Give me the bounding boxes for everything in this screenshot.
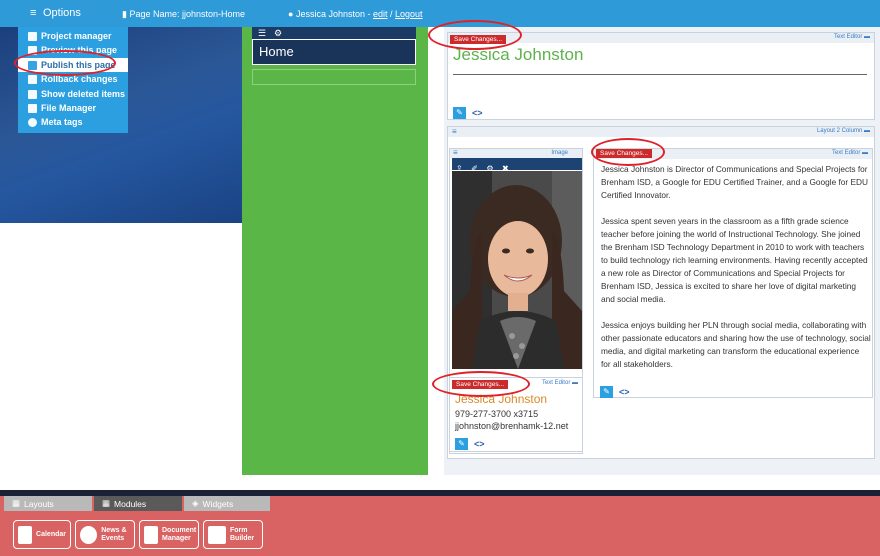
logout-link[interactable]: Logout xyxy=(395,9,423,19)
pencil-icon[interactable]: ✎ xyxy=(455,438,468,450)
calendar-icon xyxy=(18,525,33,544)
nav-column xyxy=(242,27,428,475)
contact-phone[interactable]: 979-277-3700 x3715 xyxy=(455,409,538,419)
tab-modules[interactable]: ▦ Modules xyxy=(94,496,182,511)
layout-icon: ▦ xyxy=(12,498,21,508)
layout-header: ≡ Layout 2 Column ▬ xyxy=(448,127,874,137)
layout-type: Layout 2 Column ▬ xyxy=(816,128,870,134)
sitemap-icon xyxy=(28,31,37,41)
portrait-illustration xyxy=(452,171,582,369)
menu-icon: ≡ xyxy=(30,7,37,19)
nav-home-item[interactable]: Home xyxy=(252,39,416,65)
annotation-ellipse xyxy=(428,20,522,50)
title-text-module: Text Editor ▬ Save Changes... Jessica Jo… xyxy=(447,32,875,120)
image-module-header: ≡ Image xyxy=(450,148,582,158)
module-type: Text Editor ▬ xyxy=(831,150,868,156)
module-tools: ✎ <> xyxy=(600,386,630,398)
drag-handle-icon[interactable]: ≡ xyxy=(453,148,458,157)
cms-editor: ≡ Options ▮ Page Name: jjohnston-Home ● J… xyxy=(0,0,880,556)
folder-icon xyxy=(144,525,158,544)
pencil-icon[interactable]: ✎ xyxy=(453,107,466,119)
nav-module-toolbar: ☰ ⚙ xyxy=(252,27,416,39)
speech-bubble-icon xyxy=(80,525,98,544)
drag-handle-icon[interactable]: ≡ xyxy=(452,127,457,136)
module-tools: ✎ <> xyxy=(455,438,485,450)
menu-item-project-manager[interactable]: Project manager xyxy=(28,29,112,43)
module-tray: Calendar News & Events Document Manager … xyxy=(0,512,880,556)
divider xyxy=(453,74,867,75)
form-icon xyxy=(208,525,226,544)
page-background xyxy=(0,223,242,475)
annotation-ellipse xyxy=(432,371,530,397)
user-icon: ● xyxy=(288,9,296,19)
code-icon[interactable]: <> xyxy=(474,439,485,449)
top-toolbar: ≡ Options ▮ Page Name: jjohnston-Home ● J… xyxy=(0,0,880,27)
menu-item-meta-tags[interactable]: Meta tags xyxy=(28,115,83,129)
module-type: Text Editor ▬ xyxy=(541,380,578,386)
page-name: ▮ Page Name: jjohnston-Home xyxy=(122,9,246,19)
options-menu: Project manager Preview this page Publis… xyxy=(18,27,128,133)
grid-icon: ▦ xyxy=(102,498,111,508)
code-icon[interactable]: <> xyxy=(472,108,483,118)
gear-icon[interactable]: ⚙ xyxy=(274,28,282,39)
module-news-events[interactable]: News & Events xyxy=(75,520,135,549)
back-arrow-icon xyxy=(28,74,37,84)
image-toolbar: ⇪ ✐ ⚙ ✖ xyxy=(452,158,582,173)
bio-text-module: Text Editor ▬ Save Changes... Jessica Jo… xyxy=(593,148,873,398)
widget-icon: ◈ xyxy=(192,498,199,508)
sitemap-icon xyxy=(28,103,37,113)
pencil-icon[interactable]: ✎ xyxy=(600,386,613,398)
module-document-manager[interactable]: Document Manager xyxy=(139,520,199,549)
tab-layouts[interactable]: ▦ Layouts xyxy=(4,496,92,511)
nav-empty-slot xyxy=(252,69,416,85)
edit-link[interactable]: edit xyxy=(373,9,388,19)
tab-widgets[interactable]: ◈ Widgets xyxy=(184,496,270,511)
annotation-ellipse xyxy=(14,50,116,76)
bio-text[interactable]: Jessica Johnston is Director of Communic… xyxy=(601,163,871,384)
module-tools: ✎ <> xyxy=(453,107,483,119)
contact-email[interactable]: jjohnston@brenhamk-12.net xyxy=(455,421,568,431)
bio-paragraph: Jessica Johnston is Director of Communic… xyxy=(601,164,869,200)
menu-item-show-deleted[interactable]: Show deleted items xyxy=(28,87,125,101)
user-info: ● Jessica Johnston - edit / Logout xyxy=(288,9,423,19)
profile-photo[interactable] xyxy=(452,171,582,369)
trash-icon xyxy=(28,89,37,99)
list-icon[interactable]: ☰ xyxy=(258,28,266,39)
menu-item-file-manager[interactable]: File Manager xyxy=(28,101,96,115)
footer-spacer xyxy=(0,475,880,490)
bio-paragraph: Jessica enjoys building her PLN through … xyxy=(601,320,871,369)
annotation-ellipse xyxy=(591,138,665,166)
module-form-builder[interactable]: Form Builder xyxy=(203,520,263,549)
gear-icon xyxy=(28,117,37,127)
options-button[interactable]: ≡ Options xyxy=(30,7,81,19)
module-type: Text Editor ▬ xyxy=(833,34,870,40)
code-icon[interactable]: <> xyxy=(619,387,630,397)
module-calendar[interactable]: Calendar xyxy=(13,520,71,549)
bio-paragraph: Jessica spent seven years in the classro… xyxy=(601,216,868,304)
tray-tabs: ▦ Layouts ▦ Modules ◈ Widgets xyxy=(0,496,880,512)
